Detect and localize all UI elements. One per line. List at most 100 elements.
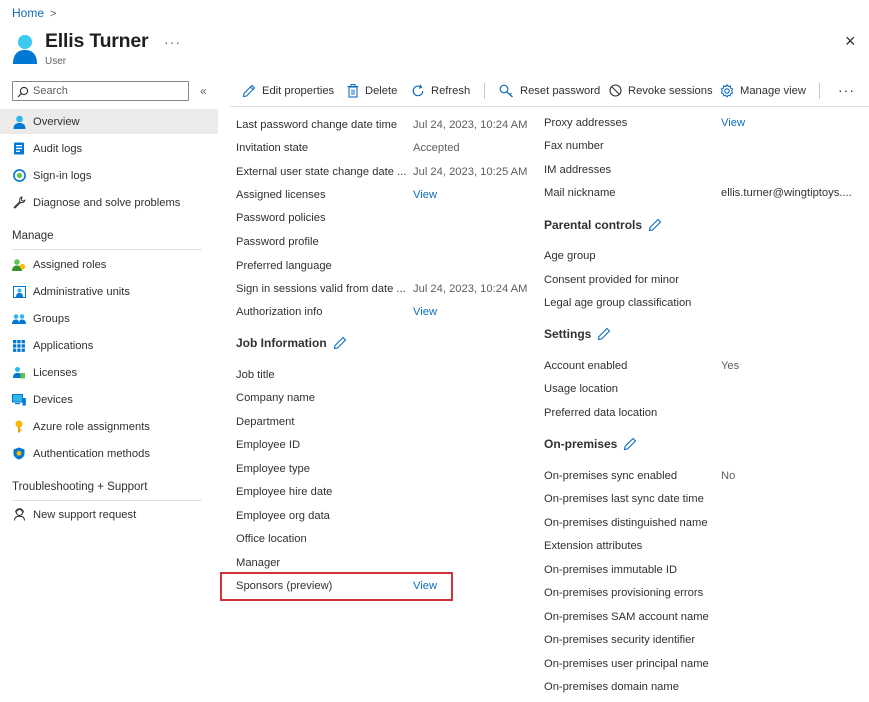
prop-label: Extension attributes bbox=[544, 540, 643, 552]
refresh-button[interactable]: Refresh bbox=[411, 84, 470, 98]
sidebar-item-label: Administrative units bbox=[33, 285, 130, 298]
breadcrumb-home-link[interactable]: Home bbox=[12, 6, 44, 20]
settings-section: Settings bbox=[544, 327, 611, 341]
authorization-info-view-link[interactable]: View bbox=[413, 306, 437, 318]
sidebar-item-assigned-roles[interactable]: Assigned roles bbox=[0, 252, 218, 277]
prop-label: On-premises distinguished name bbox=[544, 517, 708, 529]
key-icon bbox=[12, 420, 26, 434]
prop-value: Jul 24, 2023, 10:24 AM bbox=[413, 119, 528, 131]
job-information-section: Job Information bbox=[236, 336, 347, 350]
prop-label: Employee hire date bbox=[236, 486, 333, 498]
delete-button[interactable]: Delete bbox=[347, 84, 397, 98]
revoke-sessions-label: Revoke sessions bbox=[628, 84, 713, 97]
section-title: On-premises bbox=[544, 437, 618, 451]
roles-icon bbox=[12, 258, 26, 272]
sidebar-item-label: Azure role assignments bbox=[33, 420, 150, 433]
prop-label: On-premises security identifier bbox=[544, 634, 696, 646]
close-button[interactable]: × bbox=[845, 32, 856, 50]
sidebar-item-licenses[interactable]: Licenses bbox=[0, 360, 218, 385]
page-subtitle: User bbox=[45, 56, 67, 67]
header-more-button[interactable]: ··· bbox=[164, 34, 181, 50]
sidebar-item-label: Applications bbox=[33, 339, 94, 352]
section-title: Job Information bbox=[236, 336, 327, 350]
edit-pencil-icon[interactable] bbox=[623, 437, 637, 451]
sidebar-item-devices[interactable]: Devices bbox=[0, 387, 218, 412]
sidebar-search[interactable] bbox=[12, 81, 189, 101]
prop-label: On-premises user principal name bbox=[544, 658, 709, 670]
sidebar-item-audit-logs[interactable]: Audit logs bbox=[0, 136, 218, 161]
revoke-sessions-button[interactable]: Revoke sessions bbox=[609, 84, 713, 97]
prop-label: Preferred language bbox=[236, 260, 332, 272]
manage-view-label: Manage view bbox=[740, 85, 806, 97]
edit-pencil-icon[interactable] bbox=[597, 327, 611, 341]
sidebar-item-label: Devices bbox=[33, 393, 73, 406]
collapse-sidebar-button[interactable]: « bbox=[200, 84, 207, 98]
sidebar-item-applications[interactable]: Applications bbox=[0, 333, 218, 358]
manage-view-button[interactable]: Manage view bbox=[720, 84, 806, 98]
sidebar-item-diagnose[interactable]: Diagnose and solve problems bbox=[0, 190, 218, 215]
toolbar-more-button[interactable]: ··· bbox=[838, 82, 855, 98]
reset-password-button[interactable]: Reset password bbox=[499, 84, 600, 98]
reset-password-label: Reset password bbox=[520, 85, 601, 97]
prop-label: On-premises sync enabled bbox=[544, 470, 678, 482]
prop-value: ellis.turner@wingtiptoys.... bbox=[721, 187, 852, 199]
prop-value: Yes bbox=[721, 360, 740, 372]
refresh-icon bbox=[412, 84, 424, 97]
sidebar-item-sign-in-logs[interactable]: Sign-in logs bbox=[0, 163, 218, 188]
prop-label: On-premises domain name bbox=[544, 681, 679, 693]
toolbar-divider-line bbox=[230, 106, 869, 107]
sidebar-item-administrative-units[interactable]: Administrative units bbox=[0, 279, 218, 304]
prop-label: Job title bbox=[236, 369, 275, 381]
sidebar-item-label: Sign-in logs bbox=[33, 169, 92, 182]
assigned-licenses-view-link[interactable]: View bbox=[413, 189, 437, 201]
prop-label: Invitation state bbox=[236, 142, 309, 154]
prop-label: On-premises SAM account name bbox=[544, 611, 709, 623]
refresh-label: Refresh bbox=[431, 85, 471, 97]
sidebar-item-label: Diagnose and solve problems bbox=[33, 196, 181, 209]
groups-icon bbox=[12, 312, 26, 326]
prop-label: On-premises last sync date time bbox=[544, 493, 704, 505]
sidebar-item-label: Audit logs bbox=[33, 142, 83, 155]
sidebar-item-label: Authentication methods bbox=[33, 447, 150, 460]
prop-label: Employee type bbox=[236, 463, 311, 475]
prop-label: Assigned licenses bbox=[236, 189, 326, 201]
sidebar-item-azure-role-assignments[interactable]: Azure role assignments bbox=[0, 414, 218, 439]
on-premises-section: On-premises bbox=[544, 437, 637, 451]
edit-pencil-icon[interactable] bbox=[648, 218, 662, 232]
prop-label: On-premises provisioning errors bbox=[544, 587, 704, 599]
sponsors-view-link[interactable]: View bbox=[413, 580, 437, 592]
search-input[interactable] bbox=[33, 84, 183, 98]
shield-icon bbox=[12, 447, 26, 461]
sidebar-item-new-support-request[interactable]: New support request bbox=[0, 502, 218, 527]
admin-units-icon bbox=[12, 285, 26, 299]
prop-label: Last password change date time bbox=[236, 119, 398, 131]
prop-label: Employee org data bbox=[236, 510, 330, 522]
divider bbox=[12, 249, 202, 250]
sidebar-item-authentication-methods[interactable]: Authentication methods bbox=[0, 441, 218, 466]
toolbar-divider bbox=[819, 83, 820, 99]
prop-label: Sponsors (preview) bbox=[236, 580, 333, 592]
sidebar-item-groups[interactable]: Groups bbox=[0, 306, 218, 331]
page-title: Ellis Turner bbox=[45, 30, 149, 52]
prop-label: External user state change date ... bbox=[236, 166, 407, 178]
user-avatar-icon bbox=[13, 35, 37, 64]
toolbar-divider bbox=[484, 83, 485, 99]
prop-label: Sign in sessions valid from date ... bbox=[236, 283, 406, 295]
prop-label: Mail nickname bbox=[544, 187, 616, 199]
prop-label: Age group bbox=[544, 250, 596, 262]
edit-pencil-icon[interactable] bbox=[333, 336, 347, 350]
prop-label: Consent provided for minor bbox=[544, 274, 679, 286]
sidebar-item-label: Groups bbox=[33, 312, 70, 325]
prop-label: Preferred data location bbox=[544, 407, 658, 419]
edit-properties-button[interactable]: Edit properties bbox=[242, 84, 334, 98]
breadcrumb: Home > bbox=[12, 6, 56, 20]
sidebar-item-overview[interactable]: Overview bbox=[0, 109, 218, 134]
prop-label: Password policies bbox=[236, 212, 326, 224]
user-icon bbox=[12, 115, 26, 129]
delete-label: Delete bbox=[365, 85, 398, 97]
applications-icon bbox=[12, 339, 26, 353]
prop-label: Password profile bbox=[236, 236, 319, 248]
prop-label: Company name bbox=[236, 392, 315, 404]
proxy-addresses-view-link[interactable]: View bbox=[721, 117, 745, 129]
section-title: Parental controls bbox=[544, 218, 643, 232]
